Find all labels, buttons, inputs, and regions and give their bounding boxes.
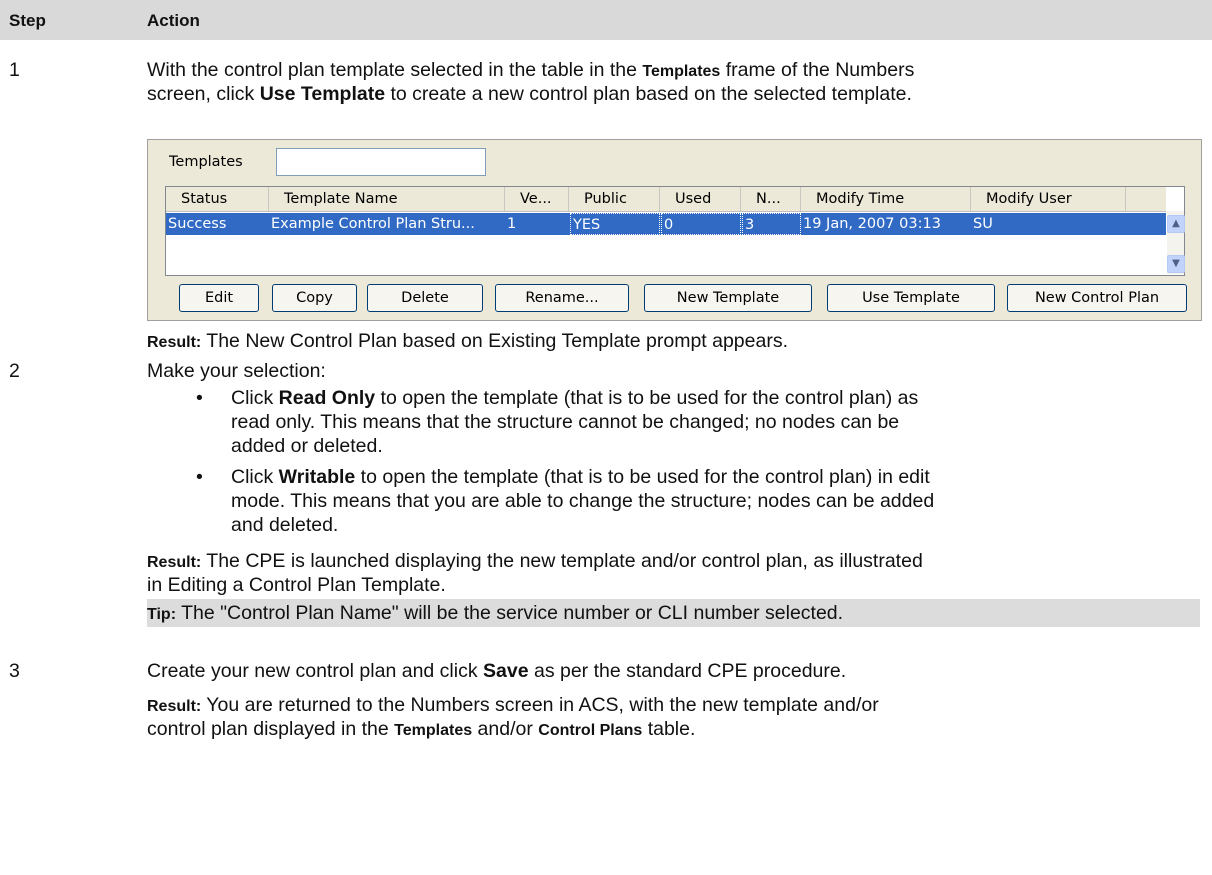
delete-button[interactable]: Delete	[367, 284, 483, 312]
bullet-writable-line-3: and deleted.	[231, 514, 339, 536]
column-status[interactable]: Status	[166, 187, 269, 211]
step-1-result: Result: The New Control Plan based on Ex…	[147, 330, 789, 352]
bullet-icon: •	[196, 466, 203, 488]
edit-button[interactable]: Edit	[179, 284, 259, 312]
templates-table-header: Status Template Name Ve... Public Used N…	[166, 187, 1166, 212]
column-nodes[interactable]: N...	[741, 187, 801, 211]
table-header: Step Action	[0, 0, 1212, 40]
step-2-intro: Make your selection:	[147, 360, 326, 382]
new-template-button[interactable]: New Template	[644, 284, 812, 312]
step-3-line: Create your new control plan and click S…	[147, 660, 847, 682]
column-used[interactable]: Used	[660, 187, 741, 211]
new-control-plan-button[interactable]: New Control Plan	[1007, 284, 1187, 312]
cell-status: Success	[168, 216, 227, 232]
bullet-writable-line-2: mode. This means that you are able to ch…	[231, 490, 935, 512]
bullet-writable-line-1: Click Writable to open the template (tha…	[231, 466, 930, 488]
cell-nodes: 3	[742, 213, 801, 235]
bullet-read-only-line-3: added or deleted.	[231, 435, 383, 457]
action-column-header: Action	[147, 11, 200, 30]
cell-modify-time: 19 Jan, 2007 03:13	[803, 216, 941, 232]
step-1-number: 1	[9, 59, 20, 81]
cell-version: 1	[507, 216, 517, 232]
step-3-result-line-1: Result: You are returned to the Numbers …	[147, 694, 879, 716]
templates-search-input[interactable]	[276, 148, 486, 176]
column-template-name[interactable]: Template Name	[269, 187, 505, 211]
templates-table: Status Template Name Ve... Public Used N…	[165, 186, 1185, 276]
table-row[interactable]: Success Example Control Plan Stru... 1 Y…	[166, 213, 1166, 235]
rename-button[interactable]: Rename...	[495, 284, 629, 312]
scroll-down-icon[interactable]: ▼	[1167, 255, 1185, 273]
column-version[interactable]: Ve...	[505, 187, 569, 211]
step-1-line-1: With the control plan template selected …	[147, 59, 915, 81]
copy-button[interactable]: Copy	[272, 284, 357, 312]
column-public[interactable]: Public	[569, 187, 660, 211]
cell-modify-user: SU	[973, 216, 993, 232]
templates-label: Templates	[169, 154, 243, 170]
cell-template-name: Example Control Plan Stru...	[271, 216, 475, 232]
bullet-read-only-line-1: Click Read Only to open the template (th…	[231, 387, 919, 409]
use-template-button[interactable]: Use Template	[827, 284, 995, 312]
column-modify-time[interactable]: Modify Time	[801, 187, 971, 211]
step-column-header: Step	[9, 11, 46, 30]
step-1-line-2: screen, click Use Template to create a n…	[147, 83, 912, 105]
tip-box: Tip: The "Control Plan Name" will be the…	[147, 599, 1200, 627]
column-modify-user[interactable]: Modify User	[971, 187, 1126, 211]
bullet-read-only-line-2: read only. This means that the structure…	[231, 411, 900, 433]
step-2-result-line-1: Result: The CPE is launched displaying t…	[147, 550, 923, 572]
tip-text: Tip: The "Control Plan Name" will be the…	[147, 602, 844, 624]
cell-used: 0	[661, 213, 741, 235]
step-3-number: 3	[9, 660, 20, 682]
scroll-up-icon[interactable]: ▲	[1167, 215, 1185, 233]
step-3-result-line-2: control plan displayed in the Templates …	[147, 718, 696, 740]
cell-public: YES	[570, 213, 660, 235]
step-2-result-line-2: in Editing a Control Plan Template.	[147, 574, 446, 596]
step-2-number: 2	[9, 360, 20, 382]
bullet-icon: •	[196, 387, 203, 409]
vertical-scrollbar[interactable]: ▲ ▼	[1167, 211, 1185, 274]
templates-frame-screenshot: Templates Status Template Name Ve... Pub…	[147, 139, 1202, 321]
